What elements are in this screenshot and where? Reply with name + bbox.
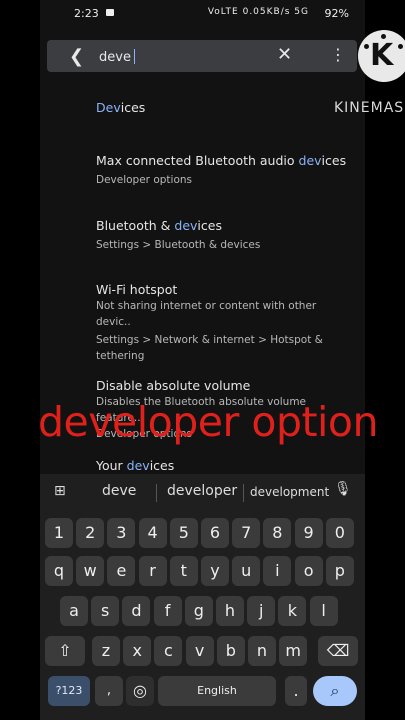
key-8[interactable]: 8 bbox=[263, 518, 292, 548]
emoji-comma-key[interactable]: , bbox=[95, 676, 123, 706]
key-k[interactable]: k bbox=[278, 596, 307, 626]
key-7[interactable]: 7 bbox=[232, 518, 261, 548]
result-path: Settings > Network & internet > Hotspot … bbox=[96, 334, 323, 362]
key-o[interactable]: o bbox=[294, 556, 323, 586]
key-c[interactable]: c bbox=[154, 636, 183, 666]
period-key[interactable]: . bbox=[285, 676, 307, 706]
key-0[interactable]: 0 bbox=[325, 518, 354, 548]
arrow-left-icon[interactable]: ❮ bbox=[69, 46, 84, 67]
result-bluetooth-devices[interactable]: Bluetooth & devices Settings > Bluetooth… bbox=[96, 218, 351, 253]
key-3[interactable]: 3 bbox=[107, 518, 136, 548]
kinemaster-brand: KINEMAS bbox=[334, 100, 405, 116]
key-n[interactable]: n bbox=[248, 636, 276, 666]
suggestion-strip: ⊞ deve developer development 🎙 bbox=[40, 474, 365, 510]
result-max-bluetooth-devices[interactable]: Max connected Bluetooth audio devices De… bbox=[96, 153, 351, 188]
logo-dot bbox=[398, 44, 403, 49]
result-title: Bluetooth & devices bbox=[96, 218, 222, 233]
kinemaster-logo: K bbox=[358, 30, 405, 82]
key-9[interactable]: 9 bbox=[294, 518, 323, 548]
key-r[interactable]: r bbox=[138, 556, 167, 586]
key-q[interactable]: q bbox=[45, 556, 73, 586]
on-screen-keyboard: ⊞ deve developer development 🎙 123456789… bbox=[40, 474, 365, 720]
globe-icon[interactable]: ◎ bbox=[126, 676, 154, 706]
result-subtitle: Developer options bbox=[96, 174, 193, 186]
suggestion-divider bbox=[156, 484, 157, 502]
search-bar: ❮ ✕ ⋮ bbox=[47, 40, 357, 72]
suggestion-item[interactable]: deve bbox=[102, 483, 136, 499]
result-your-devices[interactable]: Your devices bbox=[96, 458, 174, 473]
key-u[interactable]: u bbox=[232, 556, 261, 586]
result-wifi-hotspot[interactable]: Wi-Fi hotspot Not sharing internet or co… bbox=[96, 282, 351, 364]
key-4[interactable]: 4 bbox=[138, 518, 167, 548]
more-vert-icon[interactable]: ⋮ bbox=[330, 45, 346, 64]
screen-record-icon bbox=[106, 9, 114, 16]
key-1[interactable]: 1 bbox=[45, 518, 73, 548]
result-title: Max connected Bluetooth audio devices bbox=[96, 153, 347, 168]
key-y[interactable]: y bbox=[201, 556, 229, 586]
key-i[interactable]: i bbox=[263, 556, 292, 586]
key-m[interactable]: m bbox=[279, 636, 308, 666]
comma-label: , bbox=[106, 683, 112, 698]
key-5[interactable]: 5 bbox=[169, 518, 198, 548]
logo-dot bbox=[364, 44, 369, 49]
key-t[interactable]: t bbox=[169, 556, 198, 586]
symbols-key[interactable]: ?123 bbox=[48, 676, 90, 706]
close-icon[interactable]: ✕ bbox=[277, 44, 292, 65]
key-p[interactable]: p bbox=[325, 556, 354, 586]
backspace-icon[interactable]: ⌫ bbox=[318, 636, 358, 666]
apps-grid-icon[interactable]: ⊞ bbox=[54, 483, 66, 499]
key-g[interactable]: g bbox=[184, 596, 213, 626]
status-time: 2:23 bbox=[74, 7, 99, 20]
result-title: Devices bbox=[96, 100, 146, 115]
key-j[interactable]: j bbox=[247, 596, 276, 626]
shift-key[interactable]: ⇧ bbox=[45, 636, 85, 666]
suggestion-item[interactable]: developer bbox=[167, 483, 237, 499]
settings-screen: 2:23 VoLTE 0.05KB/s 5G 92% ❮ ✕ ⋮ Devices… bbox=[40, 0, 365, 720]
key-2[interactable]: 2 bbox=[76, 518, 105, 548]
result-description: Not sharing internet or content with oth… bbox=[96, 300, 317, 328]
mic-icon[interactable]: 🎙 bbox=[334, 481, 352, 497]
result-subtitle: Settings > Bluetooth & devices bbox=[96, 239, 261, 251]
result-title: Disable absolute volume bbox=[96, 378, 251, 393]
key-w[interactable]: w bbox=[76, 556, 105, 586]
suggestion-divider bbox=[243, 484, 244, 502]
caption-overlay: developer option bbox=[38, 398, 379, 446]
network-status: VoLTE 0.05KB/s 5G bbox=[207, 7, 309, 17]
text-cursor bbox=[134, 49, 135, 64]
result-title: Wi-Fi hotspot bbox=[96, 282, 178, 297]
search-icon[interactable]: ⌕ bbox=[313, 676, 357, 706]
key-l[interactable]: l bbox=[309, 596, 338, 626]
result-devices[interactable]: Devices bbox=[96, 100, 145, 115]
search-input[interactable] bbox=[97, 46, 281, 68]
key-d[interactable]: d bbox=[122, 596, 151, 626]
key-a[interactable]: a bbox=[60, 596, 88, 626]
key-v[interactable]: v bbox=[185, 636, 214, 666]
key-b[interactable]: b bbox=[216, 636, 245, 666]
key-e[interactable]: e bbox=[107, 556, 136, 586]
suggestion-item[interactable]: development bbox=[250, 485, 329, 499]
key-6[interactable]: 6 bbox=[201, 518, 229, 548]
key-s[interactable]: s bbox=[91, 596, 120, 626]
key-f[interactable]: f bbox=[153, 596, 182, 626]
logo-dot bbox=[381, 34, 386, 39]
battery-level: 92% bbox=[324, 7, 349, 20]
logo-k-glyph: K bbox=[370, 38, 394, 73]
status-bar: 2:23 VoLTE 0.05KB/s 5G 92% bbox=[40, 0, 365, 28]
space-bar[interactable]: English bbox=[158, 676, 276, 706]
result-title: Your devices bbox=[96, 458, 175, 473]
key-z[interactable]: z bbox=[92, 636, 120, 666]
key-x[interactable]: x bbox=[123, 636, 152, 666]
key-h[interactable]: h bbox=[216, 596, 244, 626]
